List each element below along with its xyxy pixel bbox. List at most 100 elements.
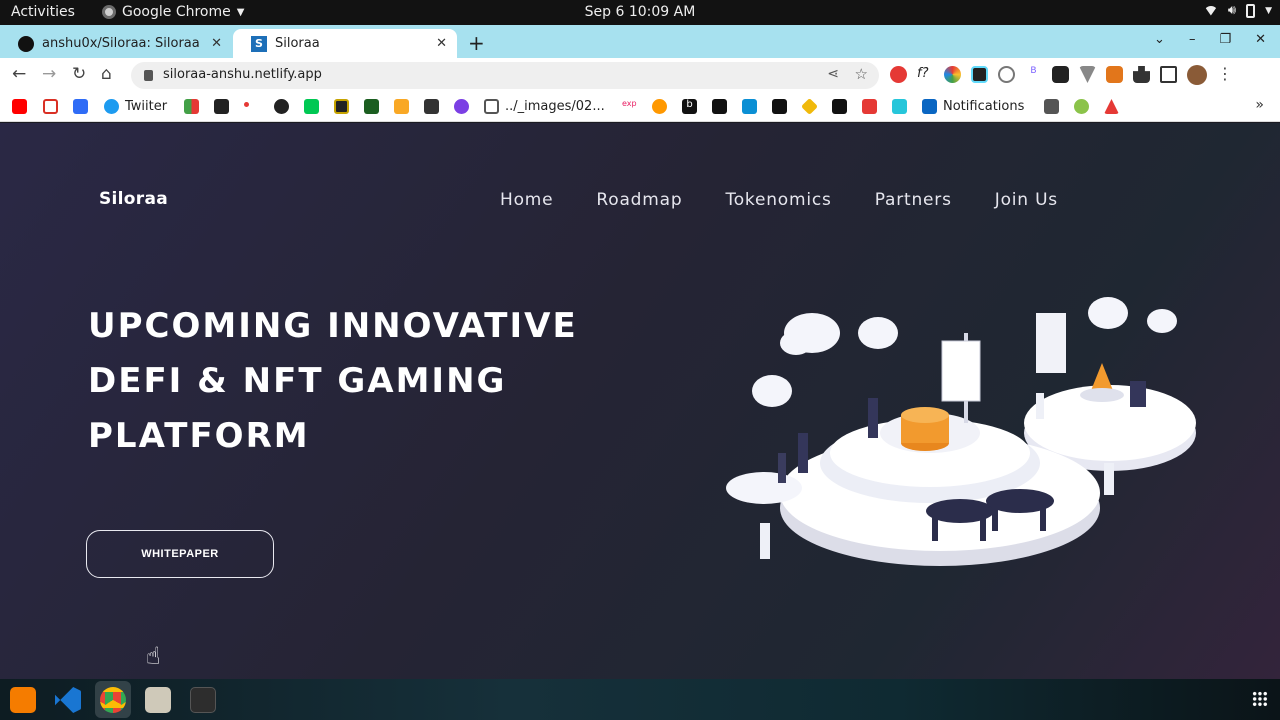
maximize-icon[interactable]: ❐: [1219, 32, 1231, 47]
bookmark-item[interactable]: [1044, 99, 1059, 114]
b-icon: [652, 99, 667, 114]
home-icon[interactable]: ⌂: [101, 64, 112, 84]
bookmark-item[interactable]: [244, 102, 249, 107]
share-icon[interactable]: ⋖: [827, 66, 839, 82]
bookmark-item[interactable]: exp: [622, 99, 637, 114]
chevron-down-icon: ▼: [1265, 5, 1272, 16]
color-picker-icon[interactable]: [944, 66, 961, 83]
tv-icon: [832, 99, 847, 114]
b-extension-icon[interactable]: B: [1025, 66, 1042, 83]
bookmark-item[interactable]: [712, 99, 727, 114]
react-devtools-icon[interactable]: [971, 66, 988, 83]
show-apps-icon[interactable]: [1252, 691, 1268, 707]
bookmark-item[interactable]: [274, 99, 289, 114]
kebab-menu-icon[interactable]: ⋮: [1217, 64, 1233, 85]
back-arrow-icon[interactable]: ←: [12, 64, 26, 84]
vscode-icon[interactable]: [55, 687, 81, 713]
bookmark-item[interactable]: [832, 99, 847, 114]
bookmark-item[interactable]: [424, 99, 439, 114]
bookmark-item[interactable]: [1104, 99, 1119, 114]
whitepaper-button[interactable]: WHITEPAPER: [86, 530, 274, 578]
bookmark-item[interactable]: b: [682, 99, 697, 114]
sublime-text-icon[interactable]: [10, 687, 36, 713]
extensions-row: f? B ⋮: [890, 64, 1233, 85]
bookmark-item[interactable]: [862, 99, 877, 114]
nav-join-us[interactable]: Join Us: [995, 190, 1058, 210]
cross-icon: [772, 99, 787, 114]
nav-home[interactable]: Home: [500, 190, 553, 210]
nav-partners[interactable]: Partners: [875, 190, 952, 210]
at-icon: [73, 99, 88, 114]
bookmark-notifications[interactable]: Notifications: [922, 99, 1024, 114]
github-icon: [18, 35, 34, 52]
brand-icon: [712, 99, 727, 114]
siloraa-favicon-icon: S: [251, 35, 267, 52]
volume-icon: 🔊︎: [1227, 3, 1237, 18]
hero-line: DEFI & NFT GAMING: [88, 361, 507, 401]
window-controls: ⌄ – ❐ ✕: [1154, 32, 1266, 47]
circle-icon: [274, 99, 289, 114]
site-logo[interactable]: Siloraa: [99, 189, 168, 209]
system-tray[interactable]: 🔊︎ ▼: [1203, 3, 1272, 18]
opera-icon[interactable]: [890, 66, 907, 83]
bookmark-item[interactable]: [652, 99, 667, 114]
chart-icon: [184, 99, 199, 114]
battery-icon: [1246, 3, 1256, 18]
vue-icon[interactable]: [1079, 66, 1096, 83]
bookmark-item[interactable]: [334, 99, 349, 114]
clock[interactable]: Sep 6 10:09 AM: [0, 4, 1280, 20]
tab-search-icon[interactable]: ⌄: [1154, 32, 1165, 47]
forward-arrow-icon[interactable]: →: [42, 64, 56, 84]
wanted-poster: [941, 340, 981, 402]
bookmark-item[interactable]: [454, 99, 469, 114]
puzzle-icon[interactable]: [1133, 66, 1150, 83]
bookmark-gmail[interactable]: [43, 99, 58, 114]
bookmark-mail[interactable]: [73, 99, 88, 114]
minimize-icon[interactable]: –: [1189, 32, 1196, 47]
bookmark-star-icon[interactable]: ☆: [855, 65, 868, 83]
bookmark-twitter[interactable]: Twiiter: [104, 99, 167, 114]
bookmark-item[interactable]: [1074, 99, 1089, 114]
wifi-icon: [1203, 5, 1218, 16]
code-icon[interactable]: [998, 66, 1015, 83]
url-text[interactable]: siloraa-anshu.netlify.app: [163, 67, 322, 82]
close-window-icon[interactable]: ✕: [1255, 32, 1266, 47]
books-icon: [394, 99, 409, 114]
tab-siloraa[interactable]: S Siloraa ✕: [233, 29, 457, 58]
bookmark-item[interactable]: [214, 99, 229, 114]
bookmark-item[interactable]: [742, 99, 757, 114]
bookmark-item[interactable]: [394, 99, 409, 114]
bookmark-item[interactable]: [364, 99, 379, 114]
nav-tokenomics[interactable]: Tokenomics: [725, 190, 831, 210]
new-tab-button[interactable]: +: [468, 31, 485, 55]
nav-roadmap[interactable]: Roadmap: [596, 190, 682, 210]
avatar[interactable]: [1187, 65, 1207, 85]
tab-title: Siloraa: [275, 36, 320, 51]
sheriff-figure: [868, 398, 878, 438]
bookmark-item[interactable]: [772, 99, 787, 114]
formula-icon[interactable]: f?: [917, 66, 934, 83]
tab-strip: anshu0x/Siloraa: Siloraa T ✕ S Siloraa ✕: [0, 25, 1280, 58]
terminal-icon[interactable]: [190, 687, 216, 713]
chrome-icon[interactable]: [100, 687, 126, 713]
bookmark-youtube[interactable]: [12, 99, 27, 114]
angular-icon[interactable]: [1052, 66, 1069, 83]
close-icon[interactable]: ✕: [211, 36, 222, 51]
address-bar[interactable]: siloraa-anshu.netlify.app ⋖ ☆: [131, 62, 879, 89]
bookmark-chart[interactable]: [184, 99, 199, 114]
reload-icon[interactable]: ↻: [72, 64, 86, 84]
bookmark-images[interactable]: ../_images/02...: [484, 99, 605, 114]
close-icon[interactable]: ✕: [436, 36, 447, 51]
youtube-icon: [12, 99, 27, 114]
files-icon[interactable]: [145, 687, 171, 713]
lock-icon[interactable]: [144, 70, 153, 81]
side-panel-icon[interactable]: [1160, 66, 1177, 83]
bookmark-item[interactable]: [892, 99, 907, 114]
metamask-icon[interactable]: [1106, 66, 1123, 83]
more-bookmarks-icon[interactable]: »: [1255, 97, 1264, 113]
twitter-icon: [104, 99, 119, 114]
bookmark-item[interactable]: [801, 98, 818, 115]
bookmark-item[interactable]: [304, 99, 319, 114]
tab-github[interactable]: anshu0x/Siloraa: Siloraa T ✕: [0, 29, 232, 58]
timer-icon: [304, 99, 319, 114]
